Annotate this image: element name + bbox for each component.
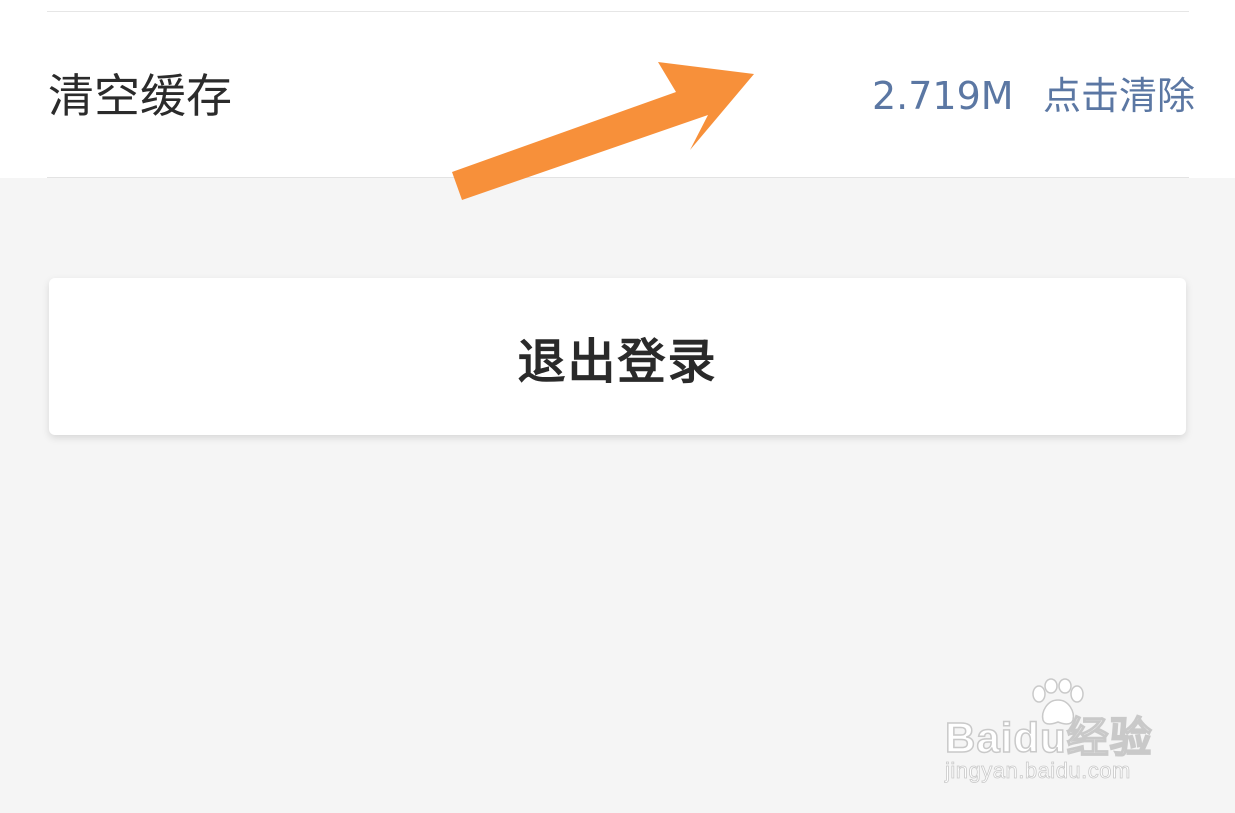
baidu-watermark: Baidu经验 jingyan.baidu.com [944,678,1185,788]
watermark-url: jingyan.baidu.com [945,758,1131,784]
watermark-brand: Baidu经验 [944,713,1153,762]
divider [47,11,1189,12]
settings-screen: 清空缓存 2.719M 点击清除 退出登录 Baidu经验 jingyan.ba… [0,0,1235,813]
clear-cache-button[interactable]: 点击清除 [1043,66,1195,126]
logout-label: 退出登录 [517,333,718,390]
clear-cache-label: 清空缓存 [48,69,232,123]
logout-button[interactable]: 退出登录 [49,278,1186,435]
orange-arrow-icon [452,62,754,200]
cache-size-value: 2.719M [872,74,1014,118]
